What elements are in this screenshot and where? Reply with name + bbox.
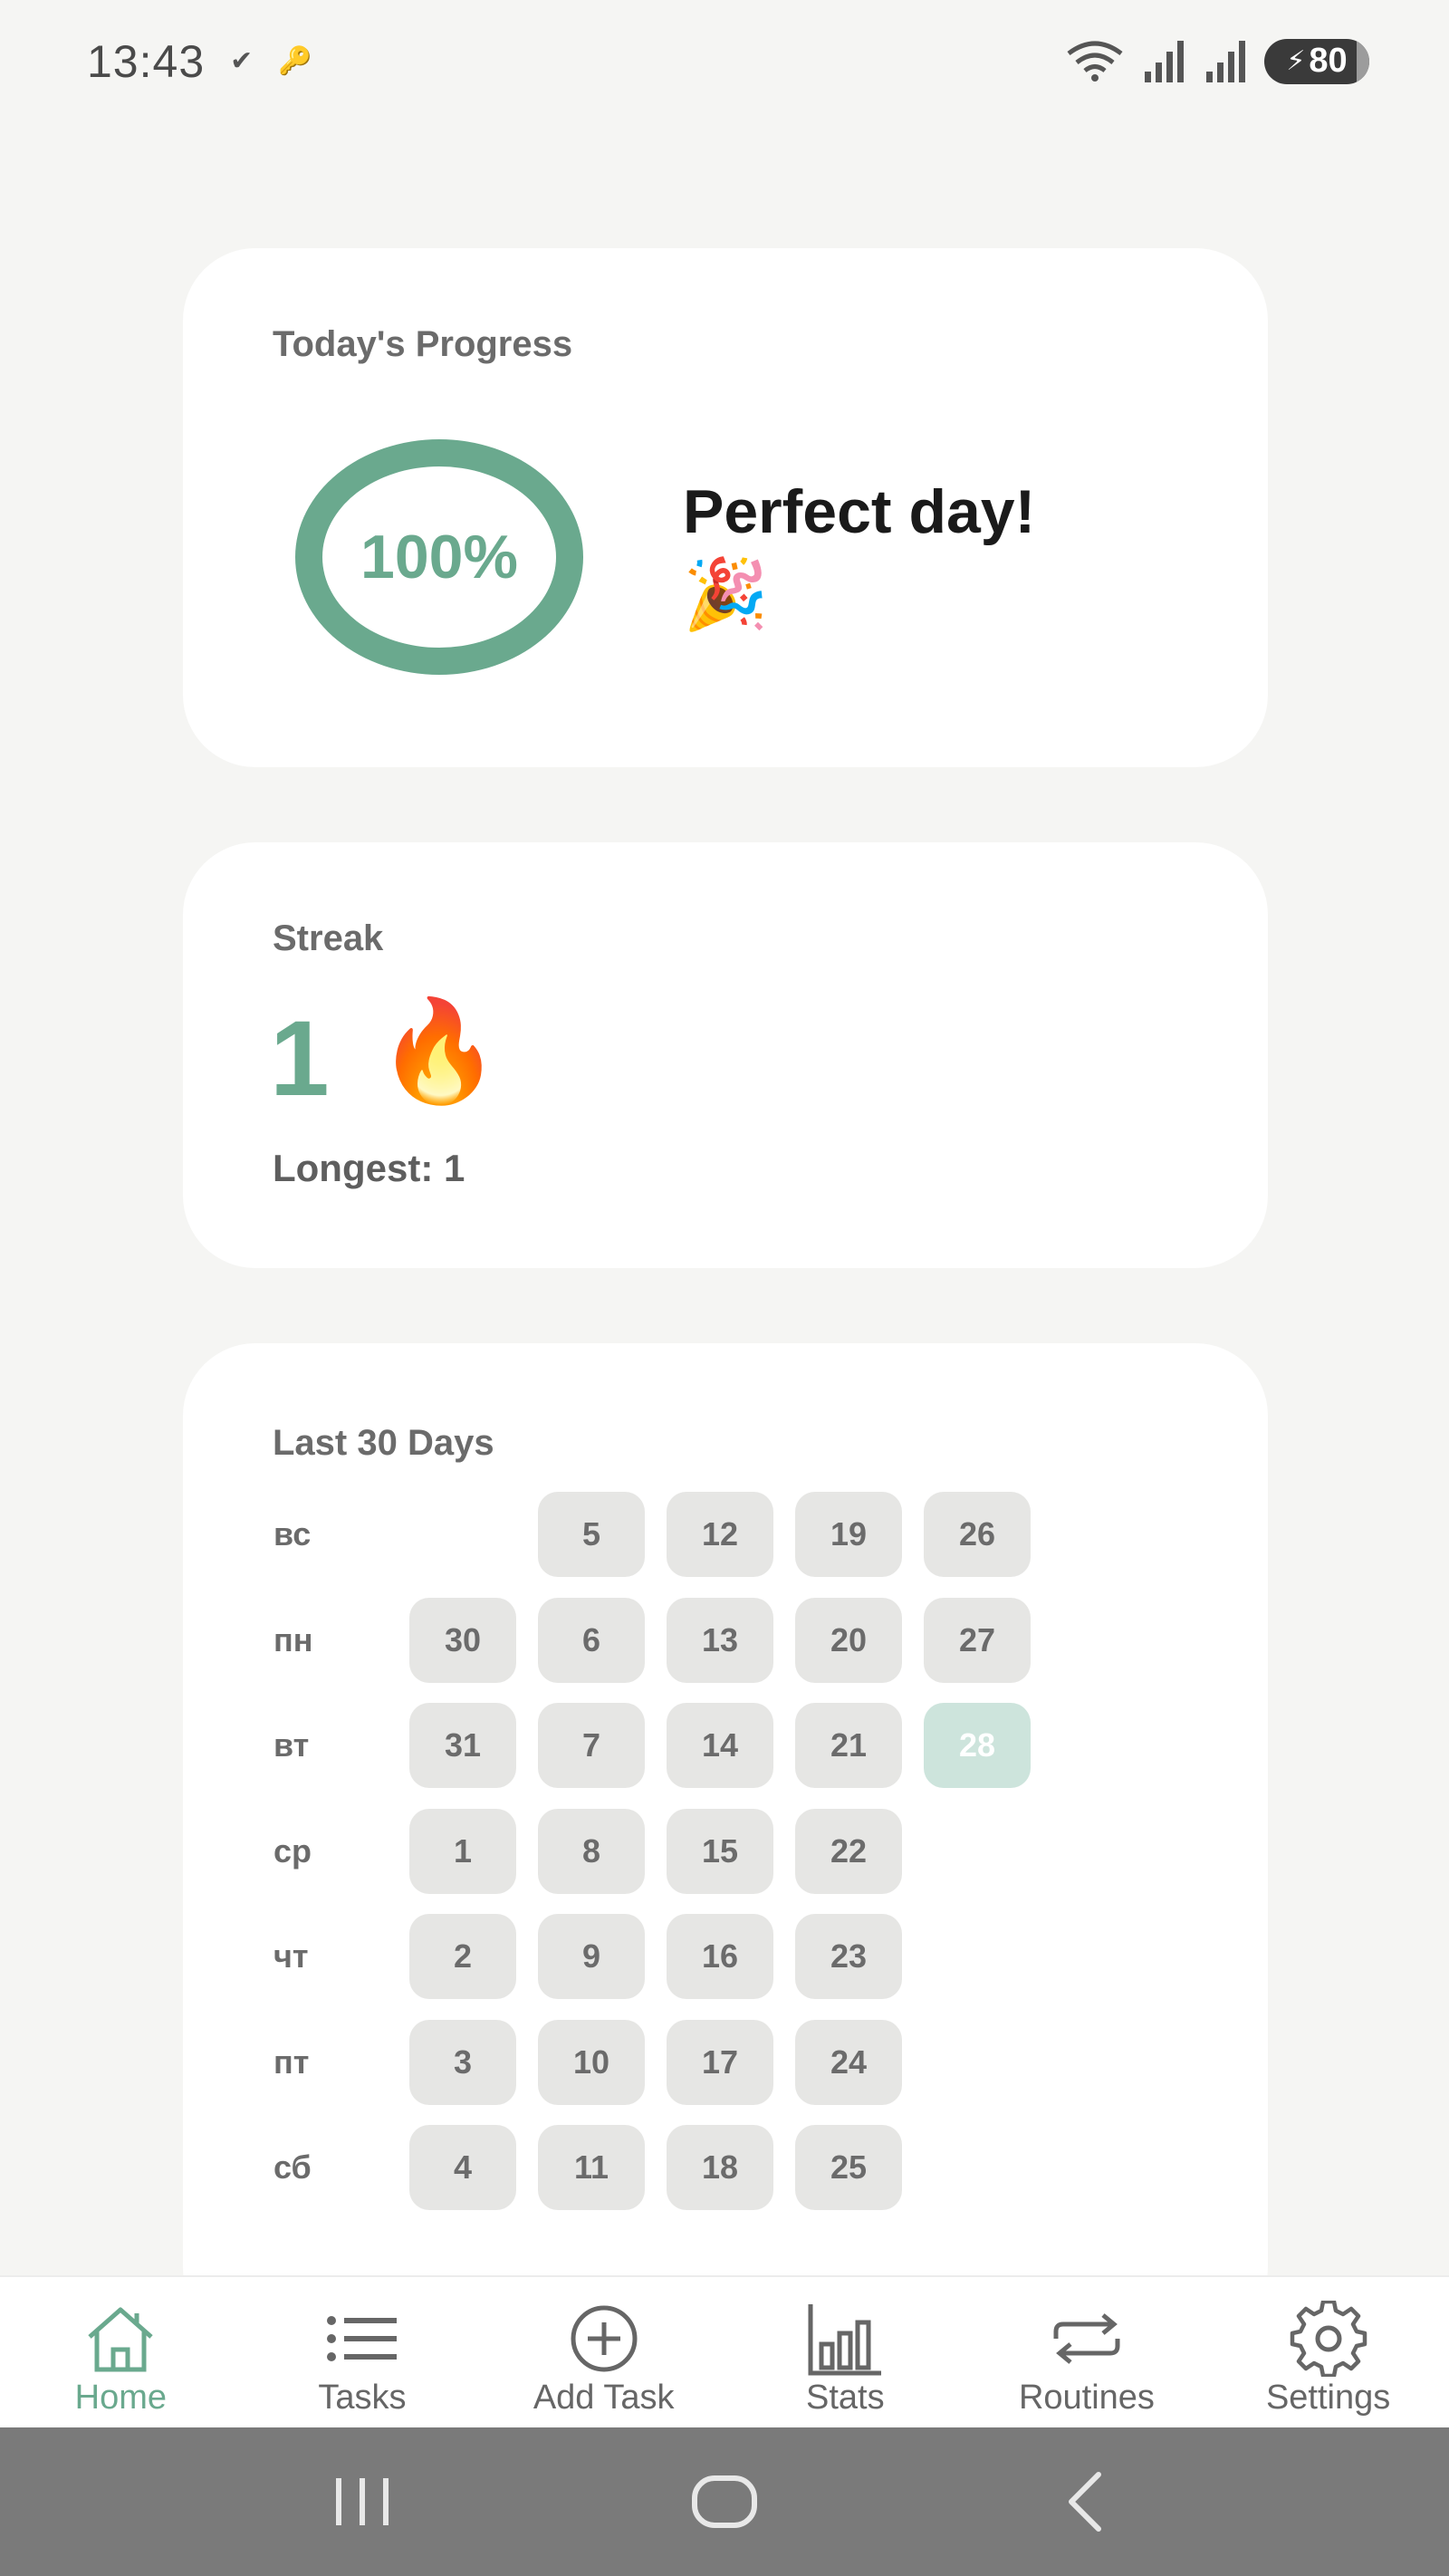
day-cell: 12 (667, 1492, 773, 1577)
repeat-icon (1053, 2313, 1120, 2364)
battery-level: 80 (1309, 42, 1348, 80)
day-cell: 19 (795, 1492, 902, 1577)
add-circle-icon (571, 2305, 638, 2372)
back-icon[interactable] (1046, 2465, 1128, 2538)
progress-title: Today's Progress (273, 324, 573, 364)
day-cell: 28 (924, 1703, 1031, 1788)
nav-tasks-label: Tasks (318, 2379, 407, 2417)
nav-settings[interactable]: Settings (1207, 2277, 1449, 2429)
day-cell: 6 (538, 1597, 645, 1683)
home-button-icon[interactable] (684, 2465, 765, 2538)
streak-title: Streak (273, 918, 384, 958)
nav-routines[interactable]: Routines (966, 2277, 1208, 2429)
streak-card: Streak 1 🔥 Longest: 1 (183, 842, 1268, 1268)
weekday-label: вс (273, 1515, 312, 1552)
status-bar: 13:43 ✔ 🔑 ⚡ 80 (0, 0, 1449, 122)
status-left: 13:43 ✔ 🔑 (87, 35, 312, 88)
party-popper-icon: 🎉 (683, 556, 769, 633)
streak-longest: Longest: 1 (273, 1147, 465, 1189)
nav-add-task[interactable]: Add Task (483, 2277, 724, 2429)
list-icon (326, 2316, 397, 2361)
day-cell: 16 (667, 1914, 773, 1999)
day-cell: 17 (667, 2019, 773, 2105)
day-cell: 2 (409, 1914, 516, 1999)
nav-add-task-label: Add Task (533, 2379, 675, 2417)
day-cell: 22 (795, 1808, 902, 1894)
day-cell: 7 (538, 1703, 645, 1788)
check-icon: ✔ (230, 46, 254, 76)
last-30-days-title: Last 30 Days (273, 1423, 494, 1463)
nav-home[interactable]: Home (0, 2277, 242, 2429)
nav-tasks[interactable]: Tasks (242, 2277, 484, 2429)
weekday-label: чт (273, 1937, 309, 1975)
recent-apps-icon[interactable] (321, 2465, 403, 2538)
day-cell: 4 (409, 2125, 516, 2210)
weekday-label: ср (273, 1831, 312, 1870)
day-cell: 23 (795, 1914, 902, 1999)
day-cell: 25 (795, 2125, 902, 2210)
day-cell: 27 (924, 1597, 1031, 1683)
day-cell: 14 (667, 1703, 773, 1788)
nav-routines-label: Routines (1018, 2379, 1155, 2417)
day-cell: 30 (409, 1597, 516, 1683)
key-icon: 🔑 (278, 46, 312, 76)
day-cell: 18 (667, 2125, 773, 2210)
signal-icon (1206, 40, 1245, 82)
day-cell: 10 (538, 2019, 645, 2105)
nav-stats-label: Stats (805, 2379, 885, 2417)
progress-message: Perfect day! (683, 477, 1036, 546)
day-cell: 3 (409, 2019, 516, 2105)
progress-ring: 100% (295, 439, 583, 675)
weekday-label: пн (273, 1620, 313, 1658)
last-30-days-card: Last 30 Days вс пн вт ср чт пт сб 30 31 1 2 3 4 5 6 7 8 9… (183, 1343, 1268, 2340)
bottom-nav: Home Tasks Add Task Stats Routines Setti… (0, 2275, 1449, 2427)
day-cell: 24 (795, 2019, 902, 2105)
bar-chart-icon (808, 2304, 882, 2376)
status-time: 13:43 (87, 35, 206, 87)
day-cell: 15 (667, 1808, 773, 1894)
day-cell: 21 (795, 1703, 902, 1788)
weekday-label: вт (273, 1726, 310, 1764)
home-icon (88, 2307, 153, 2372)
progress-percent: 100% (360, 523, 518, 591)
day-cell: 31 (409, 1703, 516, 1788)
progress-card: Today's Progress 100% Perfect day! 🎉 (183, 248, 1268, 767)
gear-icon (1290, 2301, 1367, 2377)
system-nav-bar (0, 2427, 1449, 2576)
weekday-label: пт (273, 2043, 310, 2081)
day-cell: 13 (667, 1597, 773, 1683)
day-cell: 8 (538, 1808, 645, 1894)
day-cell: 11 (538, 2125, 645, 2210)
fire-icon: 🔥 (377, 995, 501, 1107)
signal-icon (1145, 40, 1184, 82)
day-cell: 9 (538, 1914, 645, 1999)
nav-home-label: Home (74, 2379, 168, 2417)
nav-settings-label: Settings (1265, 2379, 1391, 2417)
wifi-icon (1067, 41, 1123, 82)
day-cell: 20 (795, 1597, 902, 1683)
day-cell: 5 (538, 1492, 645, 1577)
status-right: ⚡ 80 (1065, 38, 1369, 84)
streak-count: 1 (270, 999, 330, 1119)
weekday-label: сб (273, 2148, 312, 2186)
nav-stats[interactable]: Stats (724, 2277, 966, 2429)
day-cell: 1 (409, 1808, 516, 1894)
battery-charging-icon: ⚡ 80 (1264, 38, 1369, 84)
day-cell: 26 (924, 1492, 1031, 1577)
